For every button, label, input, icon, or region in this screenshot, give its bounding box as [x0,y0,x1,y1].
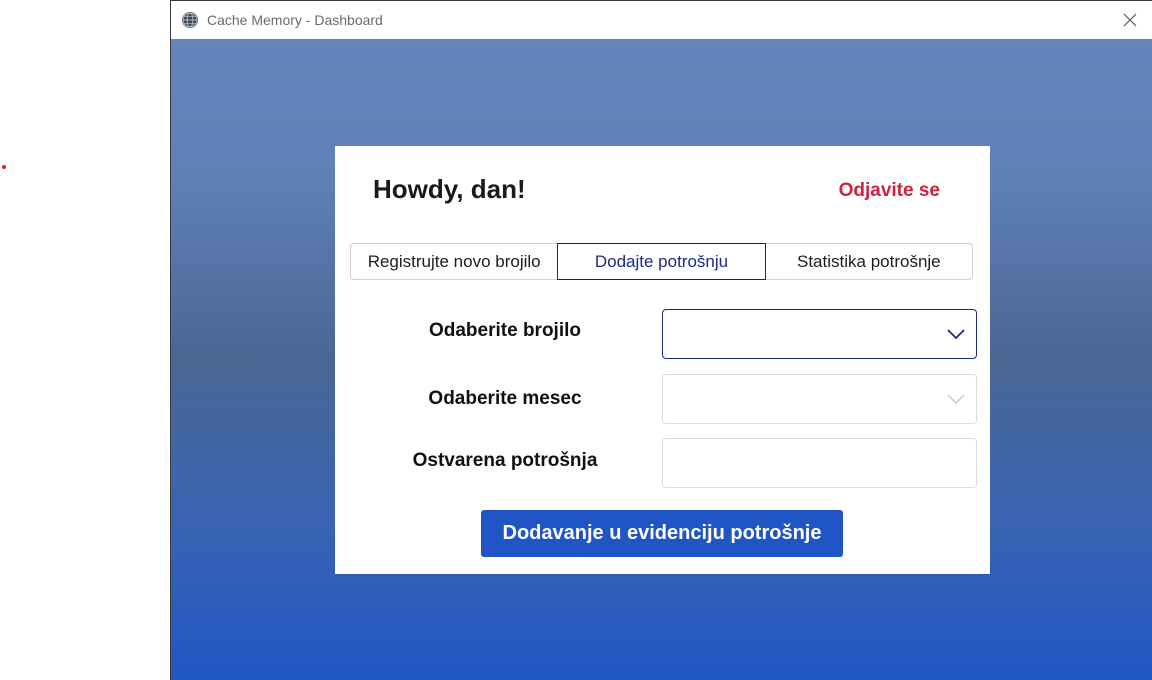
chevron-down-icon [947,394,965,405]
dashboard-background: Howdy, dan! Odjavite se Registrujte novo… [171,39,1152,680]
window-title: Cache Memory - Dashboard [207,12,383,28]
close-button[interactable] [1114,5,1146,35]
app-window: Cache Memory - Dashboard Howdy, dan! Odj… [170,0,1152,680]
tab-bar: Registrujte novo brojilo Dodajte potrošn… [350,243,973,280]
close-icon [1123,13,1137,27]
consumption-label: Ostvarena potrošnja [412,450,598,471]
meter-select[interactable] [662,309,977,359]
logout-link[interactable]: Odjavite se [839,180,940,202]
meter-label: Odaberite brojilo [428,320,582,341]
greeting-heading: Howdy, dan! [373,174,526,204]
month-label: Odaberite mesec [428,388,582,409]
globe-icon [181,11,199,29]
title-bar: Cache Memory - Dashboard [171,1,1152,39]
tab-register-meter[interactable]: Registrujte novo brojilo [351,244,557,279]
red-dot-marker [2,165,6,169]
add-consumption-button[interactable]: Dodavanje u evidenciju potrošnje [481,510,843,557]
tab-consumption-statistics[interactable]: Statistika potrošnje [766,244,972,279]
chevron-down-icon [947,329,965,340]
consumption-input[interactable] [662,438,977,488]
dashboard-card: Howdy, dan! Odjavite se Registrujte novo… [335,146,990,574]
month-select[interactable] [662,374,977,424]
tab-add-consumption[interactable]: Dodajte potrošnju [557,243,766,280]
